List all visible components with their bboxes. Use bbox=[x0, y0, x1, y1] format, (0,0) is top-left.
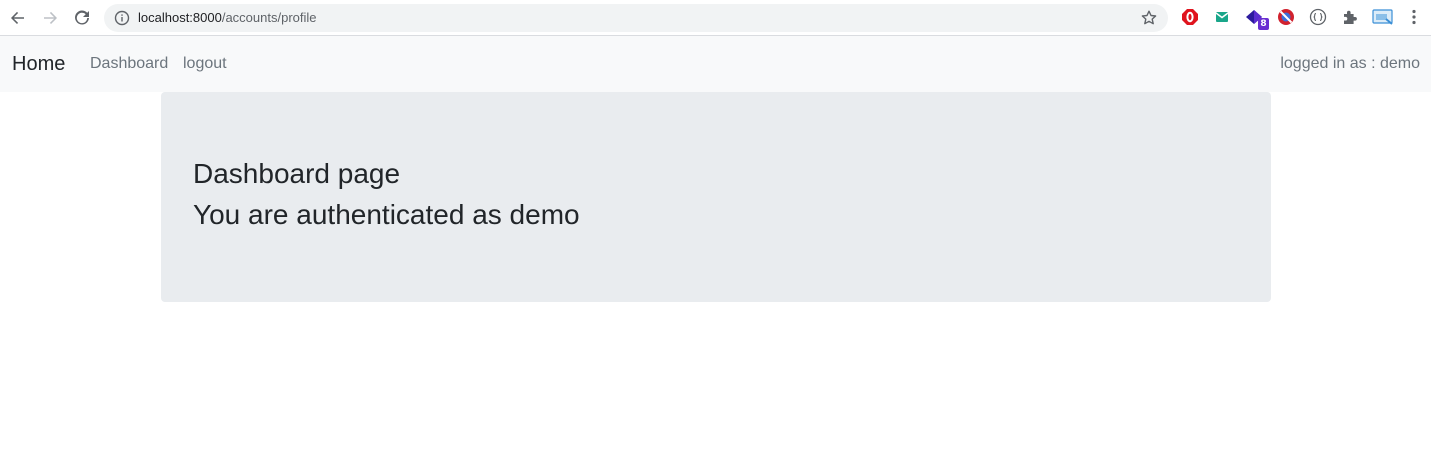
opera-stop-icon[interactable] bbox=[1181, 8, 1199, 26]
menu-dots-icon[interactable] bbox=[1405, 8, 1423, 26]
back-arrow-icon[interactable] bbox=[6, 6, 30, 30]
home-link[interactable]: Home bbox=[12, 52, 65, 76]
navbar: Home Dashboard logout logged in as : dem… bbox=[0, 36, 1431, 92]
info-icon[interactable] bbox=[114, 10, 130, 26]
browser-toolbar: localhost:8000/accounts/profile 8 bbox=[0, 0, 1431, 36]
block-icon[interactable] bbox=[1277, 8, 1295, 26]
forward-arrow-icon[interactable] bbox=[38, 6, 62, 30]
url-path: /accounts/profile bbox=[221, 10, 317, 25]
nav-link-dashboard[interactable]: Dashboard bbox=[90, 54, 168, 74]
code-braces-icon[interactable] bbox=[1309, 8, 1327, 26]
puzzle-icon[interactable] bbox=[1341, 8, 1359, 26]
login-status: logged in as : demo bbox=[1280, 55, 1420, 72]
reload-icon[interactable] bbox=[70, 6, 94, 30]
auth-message: You are authenticated as demo bbox=[193, 199, 580, 230]
nav-link-logout[interactable]: logout bbox=[183, 54, 227, 74]
bookmark-star-icon[interactable] bbox=[1140, 9, 1158, 27]
screenshot-icon[interactable] bbox=[1372, 8, 1394, 26]
url-host: localhost:8000 bbox=[138, 10, 222, 25]
page-title: Dashboard page bbox=[193, 158, 401, 189]
extension-badge: 8 bbox=[1258, 18, 1269, 30]
address-bar[interactable]: localhost:8000/accounts/profile bbox=[104, 4, 1168, 32]
url-text[interactable]: localhost:8000/accounts/profile bbox=[138, 10, 317, 26]
jumbotron: Dashboard page You are authenticated as … bbox=[161, 92, 1271, 302]
mail-icon[interactable] bbox=[1213, 8, 1231, 26]
